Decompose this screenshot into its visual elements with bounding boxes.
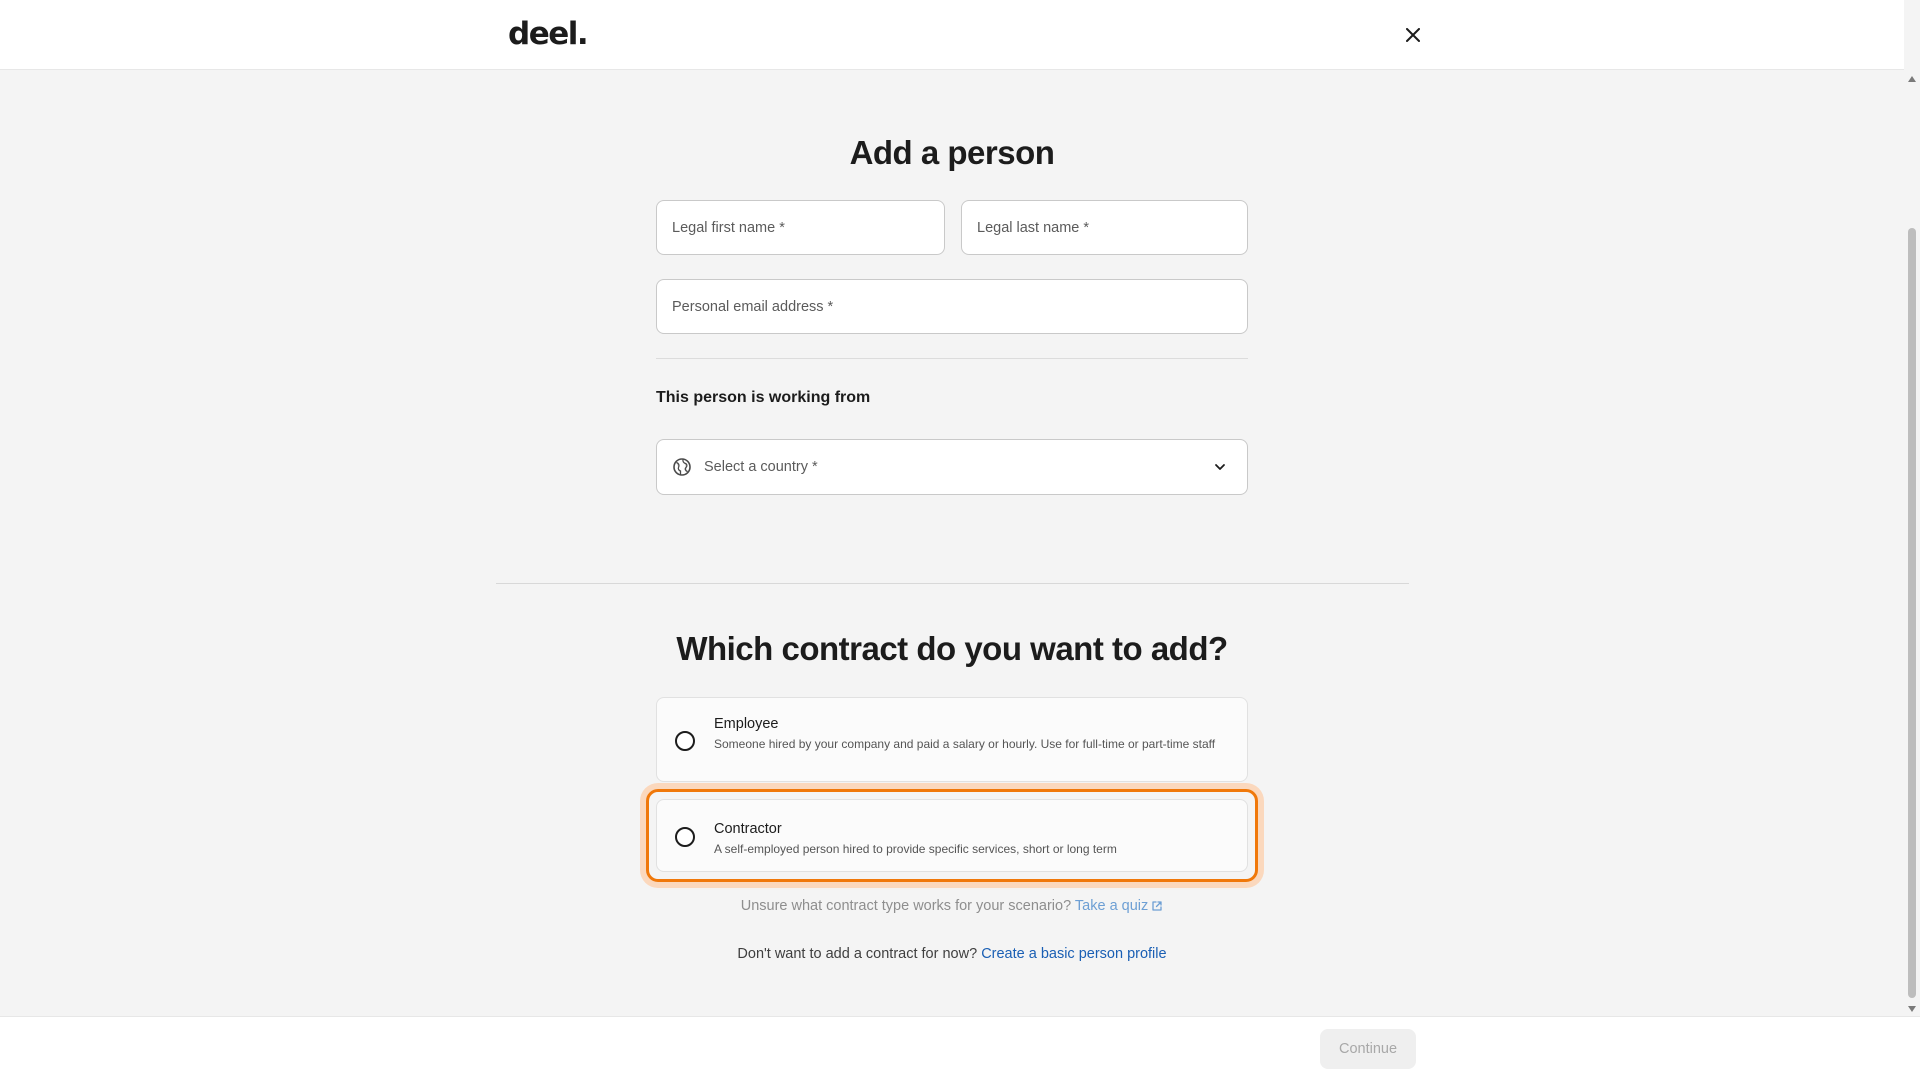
quiz-hint: Unsure what contract type works for your… [656, 898, 1248, 914]
create-basic-profile-link[interactable]: Create a basic person profile [981, 946, 1166, 962]
scroll-thumb[interactable] [1908, 228, 1916, 998]
employee-radio[interactable] [675, 731, 695, 751]
country-select-placeholder: Select a country * [704, 459, 818, 475]
basic-profile-text: Don't want to add a contract for now? [737, 946, 978, 962]
deel-logo[interactable]: deel. [508, 16, 589, 52]
personal-email-field[interactable]: Personal email address * [656, 279, 1248, 334]
personal-email-placeholder: Personal email address * [672, 298, 834, 315]
form-divider [656, 358, 1248, 359]
footer-bar: Continue [0, 1016, 1920, 1080]
contractor-radio[interactable] [675, 827, 695, 847]
section-divider [496, 583, 1409, 584]
chevron-down-icon [1213, 460, 1227, 474]
legal-last-name-field[interactable]: Legal last name * [961, 200, 1248, 255]
scrollbar[interactable] [1904, 70, 1920, 1016]
employee-option-description: Someone hired by your company and paid a… [714, 737, 1216, 751]
basic-profile-line: Don't want to add a contract for now? Cr… [656, 946, 1248, 962]
legal-first-name-placeholder: Legal first name * [672, 219, 785, 236]
contract-question: Which contract do you want to add? [676, 630, 1228, 667]
contract-option-employee[interactable]: Employee Someone hired by your company a… [656, 697, 1248, 782]
employee-option-title: Employee [714, 716, 779, 732]
working-from-label: This person is working from [656, 389, 871, 406]
country-select[interactable]: Select a country * [656, 439, 1248, 495]
page-title: Add a person [849, 134, 1055, 171]
close-button[interactable] [1398, 20, 1428, 50]
top-bar: deel. [0, 0, 1904, 70]
external-link-icon [1152, 901, 1162, 911]
contract-option-contractor[interactable]: Contractor A self-employed person hired … [656, 799, 1248, 872]
contractor-option-description: A self-employed person hired to provide … [714, 842, 1117, 856]
legal-last-name-placeholder: Legal last name * [977, 219, 1090, 236]
take-quiz-link[interactable]: Take a quiz [1075, 898, 1163, 914]
scroll-down-arrow[interactable] [1908, 1006, 1916, 1012]
contractor-option-title: Contractor [714, 821, 782, 837]
globe-icon [672, 457, 692, 477]
continue-button[interactable]: Continue [1320, 1029, 1416, 1069]
scroll-up-arrow[interactable] [1908, 76, 1916, 82]
close-icon [1406, 28, 1420, 42]
legal-first-name-field[interactable]: Legal first name * [656, 200, 945, 255]
quiz-hint-text: Unsure what contract type works for your… [740, 898, 1072, 914]
take-quiz-label: Take a quiz [1074, 898, 1149, 914]
